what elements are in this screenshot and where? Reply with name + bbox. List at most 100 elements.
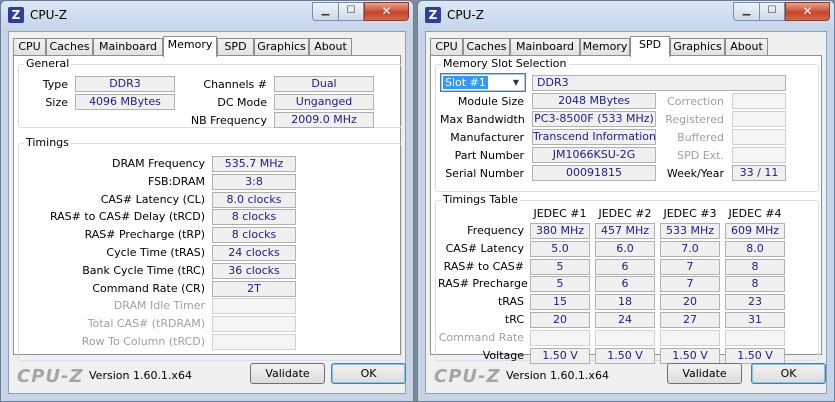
module-size-label: Module Size [457,95,524,108]
timings-table-group-title: Timings Table [441,193,520,206]
slot-select[interactable]: Slot #1 ▼ [440,73,526,92]
channels-label: Channels # [203,78,267,91]
general-group: General Type DDR3 Size 4096 MBytes Chann… [18,57,402,128]
max-bandwidth-value: PC3-8500F (533 MHz) [532,111,656,127]
tab-about[interactable]: About [725,38,768,56]
table-cell: 1.50 V [660,347,720,364]
table-row-label: CAS# Latency [445,241,524,255]
tab-cpu[interactable]: CPU [13,38,46,56]
tab-memory[interactable]: Memory [163,36,217,57]
cpuz-window-spd: Z CPU-Z ▁ ☐ ✕ CPU Caches Mainboard Memor… [417,0,835,402]
table-cell [725,329,785,346]
registered-value [732,111,786,127]
cpuz-window-memory: Z CPU-Z ▁ ☐ ✕ CPU Caches Mainboard Memor… [0,0,414,402]
minimize-button[interactable]: ▁ [733,2,760,21]
window-title: CPU-Z [30,8,67,22]
memory-type-value: DDR3 [532,75,786,91]
channels-value: Dual [274,76,374,92]
table-cell: 20 [530,312,590,328]
timings-group: Timings DRAM Frequency 535.7 MHz FSB:DRAM 3… [18,136,402,361]
timing-value: 3:8 [212,173,296,190]
nb-frequency-label: NB Frequency [190,114,267,127]
timing-label: Bank Cycle Time (tRC) [82,263,205,277]
week-year-value: 33 / 11 [732,165,786,181]
memory-slot-group: Memory Slot Selection Slot #1 ▼ DDR3 Mod… [435,57,819,192]
client-area: CPU Caches Mainboard Memory SPD Graphics… [425,31,827,394]
table-cell: 8 [725,258,785,275]
table-cell [595,329,655,346]
spd-ext-value [732,147,786,163]
timing-label: Row To Column (tRCD) [81,335,205,348]
table-cell: 457 MHz [595,223,655,239]
max-bandwidth-label: Max Bandwidth [440,113,525,126]
version-text: Version 1.60.1.x64 [506,369,609,382]
timing-label: Cycle Time (tRAS) [106,246,205,259]
memory-slot-group-title: Memory Slot Selection [441,57,569,70]
manufacturer-value: Transcend Information [532,129,656,145]
validate-button[interactable]: Validate [250,363,325,384]
table-column-header: JEDEC #2 [598,207,652,220]
size-value: 4096 MBytes [75,94,175,110]
tab-caches[interactable]: Caches [46,38,93,56]
timing-value: 8.0 clocks [212,191,296,208]
table-cell: 7 [660,276,720,293]
timing-value: 535.7 MHz [212,156,296,172]
close-button[interactable]: ✕ [785,2,830,21]
buffered-value [732,129,786,145]
table-cell: 1.50 V [530,347,590,364]
minimize-button[interactable]: ▁ [312,2,339,21]
timing-label: Command Rate (CR) [92,281,205,295]
tab-cpu[interactable]: CPU [430,38,463,56]
ok-button[interactable]: OK [331,363,406,384]
table-cell: 5 [530,258,590,275]
maximize-button[interactable]: ☐ [759,2,785,21]
timing-value: 8 clocks [212,209,296,226]
table-cell: 6 [595,276,655,293]
tab-graphics[interactable]: Graphics [254,38,309,56]
version-text: Version 1.60.1.x64 [89,369,192,382]
memory-tab-page: General Type DDR3 Size 4096 MBytes Chann… [13,55,402,361]
validate-button[interactable]: Validate [667,363,742,384]
table-cell: 5 [530,276,590,293]
part-number-label: Part Number [454,149,524,162]
table-row-label: Voltage [482,348,524,362]
tab-spd[interactable]: SPD [630,36,670,57]
buffered-label: Buffered [677,131,724,144]
tab-mainboard[interactable]: Mainboard [93,38,163,56]
cpuz-app-icon: Z [425,7,441,23]
window-title: CPU-Z [447,8,484,22]
maximize-button[interactable]: ☐ [338,2,364,21]
title-bar[interactable]: Z CPU-Z ▁ ☐ ✕ [418,1,834,31]
week-year-label: Week/Year [666,167,724,180]
chevron-down-icon[interactable]: ▼ [509,76,523,89]
tab-mainboard[interactable]: Mainboard [510,38,580,56]
tab-spd[interactable]: SPD [217,38,254,56]
spd-tab-page: Memory Slot Selection Slot #1 ▼ DDR3 Mod… [430,55,822,364]
timings-table-group: Timings Table JEDEC #1 JEDEC #2 JEDEC #3 JE… [435,193,819,364]
timing-value [212,316,296,333]
table-cell: 24 [595,312,655,328]
tab-graphics[interactable]: Graphics [670,38,725,56]
nb-frequency-value: 2009.0 MHz [274,112,374,128]
tab-caches[interactable]: Caches [463,38,510,56]
ok-button[interactable]: OK [751,363,826,384]
timing-label: RAS# to CAS# Delay (tRCD) [49,210,205,224]
table-cell: 31 [725,312,785,328]
table-cell: 27 [660,312,720,328]
serial-number-label: Serial Number [445,167,524,180]
title-bar[interactable]: Z CPU-Z ▁ ☐ ✕ [1,1,413,31]
table-cell: 1.50 V [595,347,655,364]
timing-value [212,334,296,350]
table-row-label: Command Rate [438,330,524,344]
cpuz-app-icon: Z [8,7,24,23]
cpuz-footer-logo: CPU-Z [17,366,84,387]
table-cell: 7.0 [660,240,720,257]
cpuz-footer-logo: CPU-Z [434,366,501,387]
table-cell: 6 [595,258,655,275]
table-cell: 18 [595,294,655,311]
close-button[interactable]: ✕ [364,2,409,21]
timing-label: RAS# Precharge (tRP) [84,228,205,242]
tab-memory[interactable]: Memory [580,38,630,56]
tab-about[interactable]: About [309,38,352,56]
timing-label: FSB:DRAM [147,174,205,188]
